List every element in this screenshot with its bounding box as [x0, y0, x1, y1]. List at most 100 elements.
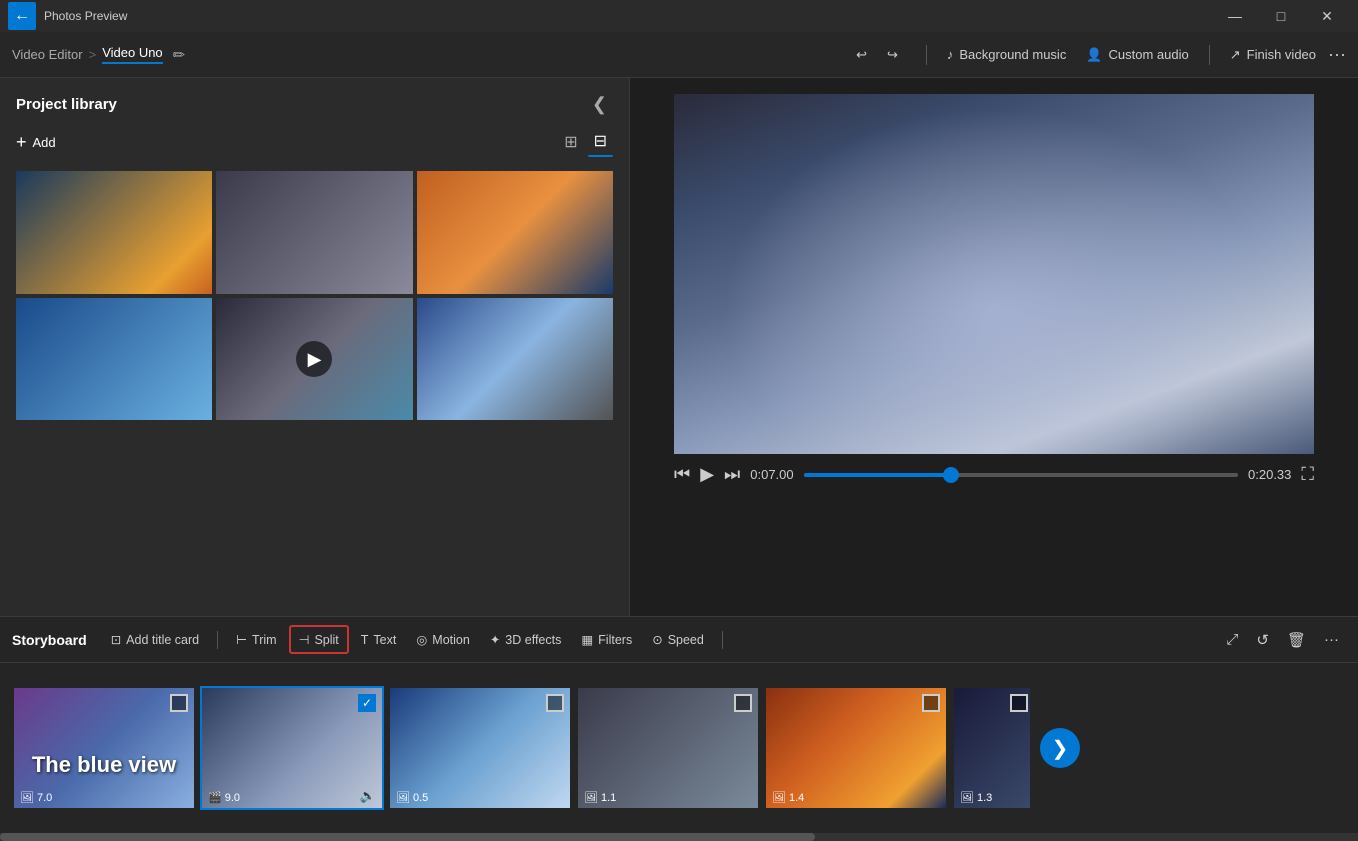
- progress-thumb[interactable]: [943, 467, 959, 483]
- clip-label-2: 🎬 9.0: [208, 791, 240, 804]
- grid-view-2-button[interactable]: ⊟: [588, 127, 613, 157]
- scrollbar-thumb[interactable]: [0, 833, 815, 841]
- clip-audio-icon-2: 🔊: [360, 788, 376, 804]
- redo-icon: ↪: [887, 47, 898, 63]
- time-button[interactable]: ↺: [1249, 626, 1276, 654]
- add-title-card-label: Add title card: [126, 633, 199, 647]
- breadcrumb: Video Editor > Video Uno: [12, 45, 163, 64]
- trim-label: Trim: [252, 633, 277, 647]
- split-icon: ⊣: [299, 632, 310, 647]
- title-card-icon: ⊡: [111, 632, 121, 647]
- play-button[interactable]: ▶: [700, 464, 714, 485]
- grid-view-1-button[interactable]: ⊞: [558, 127, 583, 157]
- clip-thumb-1: The blue view 🖼 7.0: [14, 688, 194, 808]
- redo-button[interactable]: ↪: [879, 43, 906, 67]
- clip-duration-5: 1.4: [789, 792, 804, 804]
- text-button[interactable]: T Text: [353, 628, 405, 652]
- clip-duration-4: 1.1: [601, 792, 616, 804]
- sb-sep-1: [217, 631, 218, 649]
- filters-button[interactable]: ▦ Filters: [573, 627, 640, 652]
- background-music-button[interactable]: ♪ Background music: [939, 43, 1074, 66]
- media-thumb-6[interactable]: [417, 298, 613, 421]
- clip-label-3: 🖼 0.5: [396, 791, 428, 804]
- clip-item-3[interactable]: 🖼 0.5: [388, 686, 572, 810]
- add-title-card-button[interactable]: ⊡ Add title card: [103, 627, 207, 652]
- clip-item-6[interactable]: 🖼 1.3: [952, 686, 1032, 810]
- breadcrumb-parent[interactable]: Video Editor: [12, 47, 83, 62]
- clip-label-6: 🖼 1.3: [960, 791, 992, 804]
- clip-label-5: 🖼 1.4: [772, 791, 804, 804]
- clip-label-icon-1: 🖼: [20, 791, 34, 804]
- custom-audio-button[interactable]: 👤 Custom audio: [1078, 43, 1196, 67]
- clip-item-2[interactable]: ✓ 🎬 9.0 🔊: [200, 686, 384, 810]
- background-music-label: Background music: [959, 47, 1066, 62]
- clip-item-1[interactable]: The blue view 🖼 7.0: [12, 686, 196, 810]
- clip-label-1: 🖼 7.0: [20, 791, 52, 804]
- speed-icon: ⊙: [652, 632, 662, 647]
- more-options-icon[interactable]: ···: [1328, 44, 1346, 65]
- more-sb-icon: ···: [1324, 631, 1339, 648]
- speed-label: Speed: [668, 633, 704, 647]
- back-button[interactable]: ←: [8, 2, 36, 30]
- finish-video-button[interactable]: ↗ Finish video: [1222, 43, 1324, 67]
- media-thumb-1[interactable]: [16, 171, 212, 294]
- add-media-button[interactable]: + Add: [16, 128, 56, 157]
- step-back-button[interactable]: ⏮: [674, 464, 690, 485]
- close-icon: ✕: [1321, 8, 1333, 25]
- progress-bar[interactable]: [804, 473, 1238, 477]
- trim-icon: ⊢: [236, 632, 247, 647]
- clip-label-4: 🖼 1.1: [584, 791, 616, 804]
- clip-checkbox-1[interactable]: [170, 694, 188, 712]
- next-clips-button[interactable]: ❯: [1040, 728, 1080, 768]
- progress-fill: [804, 473, 952, 477]
- breadcrumb-separator: >: [89, 47, 97, 62]
- resize-button[interactable]: ⤢: [1219, 626, 1245, 653]
- fullscreen-button[interactable]: ⛶: [1301, 464, 1314, 485]
- split-button[interactable]: ⊣ Split: [289, 625, 349, 654]
- main-content: Project library ❮ + Add ⊞ ⊟: [0, 78, 1358, 616]
- close-button[interactable]: ✕: [1304, 0, 1350, 32]
- share-icon: ↗: [1230, 47, 1241, 63]
- split-label: Split: [314, 633, 338, 647]
- edit-title-icon[interactable]: ✏: [173, 46, 186, 64]
- clip-thumb-5: 🖼 1.4: [766, 688, 946, 808]
- maximize-button[interactable]: □: [1258, 0, 1304, 32]
- clip-checkbox-5[interactable]: [922, 694, 940, 712]
- more-sb-button[interactable]: ···: [1317, 626, 1346, 653]
- video-preview: [674, 94, 1314, 454]
- clip-item-4[interactable]: 🖼 1.1: [576, 686, 760, 810]
- collapse-library-button[interactable]: ❮: [586, 92, 613, 117]
- media-thumb-2[interactable]: [216, 171, 412, 294]
- play-overlay-icon: ▶: [296, 341, 332, 377]
- clip-checkbox-6[interactable]: [1010, 694, 1028, 712]
- title-bar: ← Photos Preview — □ ✕: [0, 0, 1358, 32]
- clip-duration-3: 0.5: [413, 792, 428, 804]
- text-label: Text: [373, 633, 396, 647]
- step-forward-button[interactable]: ⏭: [724, 464, 740, 485]
- media-thumb-4[interactable]: [16, 298, 212, 421]
- media-thumb-5[interactable]: ▶: [216, 298, 412, 421]
- maximize-icon: □: [1277, 8, 1285, 24]
- clip-checkbox-4[interactable]: [734, 694, 752, 712]
- effects-3d-label: 3D effects: [505, 633, 561, 647]
- media-grid: ▶: [0, 167, 629, 424]
- undo-button[interactable]: ↩: [848, 43, 875, 67]
- clip-label-icon-5: 🖼: [772, 791, 786, 804]
- video-placeholder: [674, 94, 1314, 454]
- time-icon: ↺: [1256, 632, 1269, 649]
- clip-item-5[interactable]: 🖼 1.4: [764, 686, 948, 810]
- clip-checkbox-2[interactable]: ✓: [358, 694, 376, 712]
- trim-button[interactable]: ⊢ Trim: [228, 627, 284, 652]
- waterfall-overlay: [674, 94, 1314, 454]
- top-toolbar: Video Editor > Video Uno ✏ ↩ ↪ ♪ Backgro…: [0, 32, 1358, 78]
- clip-label-icon-6: 🖼: [960, 791, 974, 804]
- clip-checkbox-3[interactable]: [546, 694, 564, 712]
- minimize-button[interactable]: —: [1212, 0, 1258, 32]
- speed-button[interactable]: ⊙ Speed: [644, 627, 712, 652]
- delete-icon: 🗑: [1287, 632, 1306, 649]
- media-thumb-3[interactable]: [417, 171, 613, 294]
- delete-button[interactable]: 🗑: [1280, 626, 1313, 654]
- effects-3d-button[interactable]: ✦ 3D effects: [482, 627, 570, 652]
- motion-button[interactable]: ◎ Motion: [408, 627, 477, 652]
- horizontal-scrollbar[interactable]: [0, 833, 1358, 841]
